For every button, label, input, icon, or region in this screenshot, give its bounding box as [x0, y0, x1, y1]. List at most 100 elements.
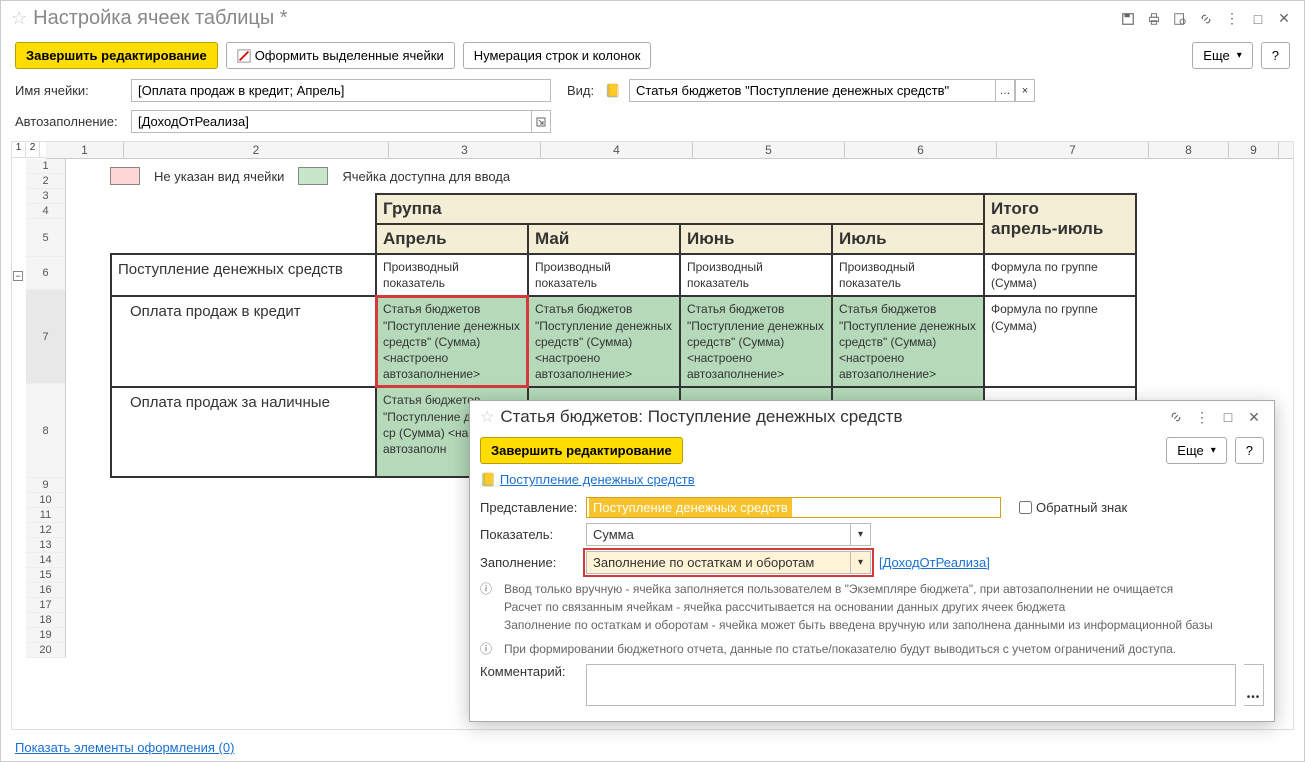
info-icon: ⓘ — [480, 580, 496, 634]
close-icon[interactable]: ✕ — [1244, 407, 1264, 427]
fill-link[interactable]: [ДоходОтРеализа] — [879, 555, 990, 570]
finish-edit-button[interactable]: Завершить редактирование — [15, 42, 218, 69]
popup-finish-button[interactable]: Завершить редактирование — [480, 437, 683, 464]
show-formatting-link[interactable]: Показать элементы оформления (0) — [15, 740, 234, 755]
info-icon: ⓘ — [480, 640, 496, 658]
data-cell[interactable]: Производный показатель — [528, 254, 680, 296]
row-header[interactable]: 16 — [26, 583, 66, 598]
format-cells-label: Оформить выделенные ячейки — [255, 48, 444, 63]
row-header[interactable]: 13 — [26, 538, 66, 553]
selected-cell[interactable]: Статья бюджетов "Поступление денежных ср… — [376, 296, 528, 387]
star-icon[interactable]: ☆ — [11, 8, 27, 29]
row-header[interactable]: 2 — [26, 174, 66, 189]
popup-more-button[interactable]: Еще — [1166, 437, 1226, 464]
data-cell[interactable]: Формула по группе (Сумма) — [984, 296, 1136, 387]
data-cell[interactable]: Формула по группе (Сумма) — [984, 254, 1136, 296]
row-header[interactable]: 9 — [26, 478, 66, 493]
more-button[interactable]: Еще — [1192, 42, 1252, 69]
autofill-input[interactable] — [131, 110, 531, 133]
fill-select[interactable]: Заполнение по остаткам и оборотам — [587, 552, 850, 573]
catalog-icon: 📒 — [603, 83, 623, 99]
format-cells-button[interactable]: Оформить выделенные ячейки — [226, 42, 455, 69]
row-header-selected[interactable]: 7 — [26, 290, 66, 384]
collapse-toggle[interactable]: − — [13, 271, 23, 281]
popup-help-button[interactable]: ? — [1235, 437, 1264, 464]
help-button[interactable]: ? — [1261, 42, 1290, 69]
row-header[interactable]: 1 — [26, 159, 66, 174]
row-header[interactable]: 17 — [26, 598, 66, 613]
kind-input[interactable] — [629, 79, 995, 102]
col-header-8[interactable]: 8 — [1149, 142, 1229, 158]
outline-tab-2[interactable]: 2 — [26, 142, 40, 157]
row-header[interactable]: 11 — [26, 508, 66, 523]
maximize-icon[interactable]: □ — [1218, 407, 1238, 427]
popup-top-link[interactable]: Поступление денежных средств — [500, 472, 695, 487]
kind-ellipsis[interactable]: … — [995, 79, 1015, 102]
print-icon[interactable] — [1144, 9, 1164, 29]
row-cash[interactable]: Оплата продаж за наличные — [111, 387, 376, 477]
star-icon[interactable]: ☆ — [480, 407, 494, 427]
presentation-label: Представление: — [480, 500, 578, 515]
group-header: Группа — [376, 194, 984, 224]
row-header[interactable]: 4 — [26, 204, 66, 219]
row-header[interactable]: 3 — [26, 189, 66, 204]
legend: Не указан вид ячейки Ячейка доступна для… — [110, 159, 1293, 193]
row-header[interactable]: 20 — [26, 643, 66, 658]
row-header[interactable]: 18 — [26, 613, 66, 628]
row-income[interactable]: Поступление денежных средств — [111, 254, 376, 296]
data-cell[interactable]: Производный показатель — [832, 254, 984, 296]
data-cell[interactable]: Производный показатель — [680, 254, 832, 296]
kind-clear[interactable]: × — [1015, 79, 1035, 102]
col-header-5[interactable]: 5 — [693, 142, 845, 158]
cell-name-row: Имя ячейки: Вид: 📒 … × — [1, 75, 1304, 106]
data-cell[interactable]: Статья бюджетов "Поступление денежных ср… — [832, 296, 984, 387]
legend-label-editable: Ячейка доступна для ввода — [342, 169, 510, 184]
row-credit[interactable]: Оплата продаж в кредит — [111, 296, 376, 387]
row-header[interactable]: 10 — [26, 493, 66, 508]
chevron-down-icon[interactable]: ▾ — [850, 552, 870, 573]
row-header[interactable]: 15 — [26, 568, 66, 583]
row-header[interactable]: 12 — [26, 523, 66, 538]
titlebar: ☆ Настройка ячеек таблицы * ⋮ □ ✕ — [1, 1, 1304, 36]
col-header-4[interactable]: 4 — [541, 142, 693, 158]
col-header-2[interactable]: 2 — [124, 142, 389, 158]
comment-label: Комментарий: — [480, 664, 578, 679]
close-icon[interactable]: ✕ — [1274, 9, 1294, 29]
numbering-button[interactable]: Нумерация строк и колонок — [463, 42, 652, 69]
comment-textarea[interactable] — [586, 664, 1236, 706]
column-headers: 1 2 3 4 5 6 7 8 9 — [46, 142, 1293, 159]
col-header-7[interactable]: 7 — [997, 142, 1149, 158]
col-header-9[interactable]: 9 — [1229, 142, 1279, 158]
col-header-3[interactable]: 3 — [389, 142, 541, 158]
col-header-6[interactable]: 6 — [845, 142, 997, 158]
footer: Показать элементы оформления (0) — [1, 734, 1304, 761]
row-header[interactable]: 5 — [26, 219, 66, 257]
data-cell[interactable]: Статья бюджетов "Поступление денежных ср… — [680, 296, 832, 387]
comment-ellipsis[interactable]: ••• — [1244, 664, 1264, 706]
save-icon[interactable] — [1118, 9, 1138, 29]
indicator-select[interactable]: Сумма — [587, 524, 850, 545]
row-header[interactable]: 8 — [26, 384, 66, 478]
data-cell[interactable]: Статья бюджетов "Поступление денежных ср… — [528, 296, 680, 387]
autofill-open[interactable] — [531, 110, 551, 133]
link-icon[interactable] — [1196, 9, 1216, 29]
row-header[interactable]: 6 — [26, 257, 66, 290]
outline-tab-1[interactable]: 1 — [12, 142, 26, 157]
chevron-down-icon[interactable]: ▾ — [850, 524, 870, 545]
autofill-label: Автозаполнение: — [15, 114, 125, 129]
maximize-icon[interactable]: □ — [1248, 9, 1268, 29]
link-icon[interactable] — [1166, 407, 1186, 427]
catalog-icon: 📒 — [480, 472, 496, 487]
row-header[interactable]: 14 — [26, 553, 66, 568]
col-header-1[interactable]: 1 — [46, 142, 124, 158]
info-text-1: Ввод только вручную - ячейка заполняется… — [504, 580, 1213, 634]
cell-name-input[interactable] — [131, 79, 551, 102]
row-header[interactable]: 19 — [26, 628, 66, 643]
data-cell[interactable]: Производный показатель — [376, 254, 528, 296]
menu-icon[interactable]: ⋮ — [1222, 9, 1242, 29]
presentation-input[interactable]: Поступление денежных средств — [589, 498, 792, 517]
reverse-sign-checkbox[interactable] — [1019, 501, 1032, 514]
preview-icon[interactable] — [1170, 9, 1190, 29]
popup-dialog: ☆ Статья бюджетов: Поступление денежных … — [469, 400, 1275, 722]
menu-icon[interactable]: ⋮ — [1192, 407, 1212, 427]
